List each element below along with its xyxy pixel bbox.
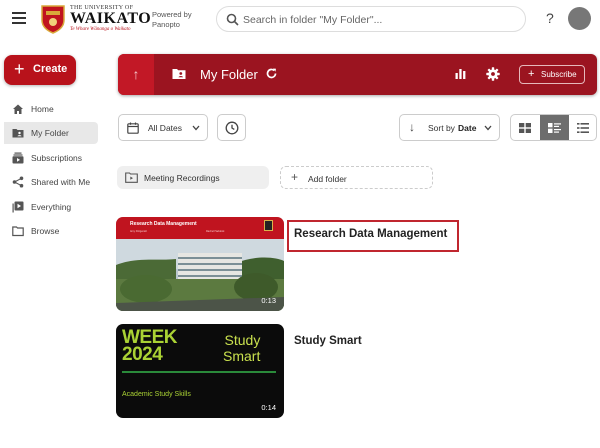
subfolder-meeting-recordings[interactable]: Meeting Recordings [117, 166, 269, 189]
avatar[interactable] [568, 7, 591, 30]
sidebar-item-subscriptions[interactable]: Subscriptions [4, 147, 98, 169]
detail-list-icon [548, 123, 561, 133]
chevron-down-icon [484, 125, 492, 131]
powered-by-label: Powered by [152, 10, 192, 19]
arrow-down-icon: ↓ [409, 120, 415, 134]
thumbnail-presenter-1: Amy Fitzgerald [130, 230, 147, 233]
subscriptions-icon [12, 152, 24, 164]
plus-icon: + [14, 59, 25, 79]
sidebar-item-shared[interactable]: Shared with Me [4, 171, 98, 193]
folder-video-icon [125, 172, 138, 183]
sidebar-item-everything[interactable]: Everything [4, 196, 98, 218]
top-bar: THE UNIVERSITY OF WAIKATO Te Whare Wānan… [0, 0, 600, 38]
subfolder-label: Meeting Recordings [144, 173, 220, 183]
date-filter-label: All Dates [148, 123, 183, 133]
date-filter-dropdown[interactable]: All Dates [118, 114, 208, 141]
powered-by: Powered by Panopto [152, 10, 202, 30]
session-thumbnail[interactable]: Research Data Management Amy Fitzgerald … [116, 217, 284, 311]
parent-folder-button[interactable]: ↑ [118, 54, 154, 95]
thumbnail-presenter-2: Rachel Haddock [206, 230, 225, 233]
subscribe-button[interactable]: + Subscribe [519, 65, 585, 84]
search-icon [226, 13, 239, 26]
chevron-down-icon [192, 125, 200, 131]
sidebar-item-label: Home [31, 104, 54, 114]
folder-user-icon [172, 69, 186, 79]
thumbnail-view-button[interactable] [511, 115, 540, 140]
session-duration: 0:13 [261, 296, 276, 305]
crest-icon [41, 5, 65, 34]
thumbnail-subtitle: Academic Study Skills [122, 391, 191, 398]
grid-icon [519, 123, 531, 133]
home-icon [13, 104, 23, 114]
detail-view-button[interactable] [540, 115, 569, 140]
divider [122, 371, 276, 373]
thumbnail-smart: Smart [223, 348, 261, 364]
calendar-icon [127, 122, 139, 134]
video-library-icon [12, 201, 24, 213]
thumbnail-study: Study [224, 332, 261, 348]
powered-by-name: Panopto [152, 20, 180, 29]
sort-value: Date [458, 123, 477, 133]
sidebar-item-browse[interactable]: Browse [4, 220, 98, 242]
search-input[interactable] [243, 11, 513, 28]
sidebar-item-label: Subscriptions [31, 153, 83, 163]
crest-icon [264, 220, 273, 231]
session-title[interactable]: Study Smart [294, 335, 362, 347]
clock-icon [225, 121, 239, 135]
add-folder-label: Add folder [308, 174, 347, 184]
sort-prefix: Sort by [428, 123, 455, 133]
list-icon [577, 123, 589, 133]
subscribe-label: Subscribe [541, 70, 577, 79]
sidebar-item-home[interactable]: Home [4, 98, 98, 120]
stats-icon[interactable] [455, 68, 466, 79]
sidebar-item-label: My Folder [31, 128, 69, 138]
search-box [216, 6, 526, 32]
create-label: Create [33, 63, 68, 75]
recent-filter-button[interactable] [217, 114, 246, 141]
gear-icon[interactable] [486, 67, 500, 81]
refresh-icon[interactable] [265, 67, 278, 80]
sort-dropdown[interactable]: ↓ Sort by Date [399, 114, 500, 141]
list-view-button[interactable] [569, 115, 596, 140]
plus-icon: + [291, 170, 299, 184]
thumbnail-week-graphic: WEEK 2024 [122, 328, 178, 365]
thumbnail-title-bar: Research Data Management Amy Fitzgerald … [116, 217, 284, 239]
logo-line-2: WAIKATO [70, 10, 152, 27]
share-icon [12, 176, 24, 188]
folder-icon [12, 226, 24, 237]
session-thumbnail[interactable]: WEEK 2024 Study Smart Academic Study Ski… [116, 324, 284, 418]
folder-user-icon [12, 129, 24, 138]
folder-header: ↑ My Folder + Subscribe [118, 54, 597, 95]
sidebar-item-my-folder[interactable]: My Folder [4, 122, 98, 144]
sidebar-item-label: Everything [31, 202, 72, 212]
sidebar-item-label: Shared with Me [31, 177, 91, 187]
session-duration: 0:14 [261, 403, 276, 412]
thumbnail-study-smart: Study Smart [223, 332, 260, 364]
view-toggle [510, 114, 597, 141]
plus-icon: + [528, 68, 535, 80]
selection-highlight [287, 220, 459, 252]
thumbnail-title: Research Data Management [130, 221, 197, 227]
logo-tagline: Te Whare Wānanga o Waikato [70, 27, 131, 32]
create-button[interactable]: + Create [4, 55, 76, 85]
university-logo[interactable]: THE UNIVERSITY OF WAIKATO Te Whare Wānan… [40, 3, 170, 35]
sidebar-item-label: Browse [31, 226, 60, 236]
menu-icon[interactable] [12, 12, 26, 24]
folder-title: My Folder [200, 67, 258, 82]
thumbnail-year: 2024 [122, 344, 163, 365]
add-folder-button[interactable]: + Add folder [280, 166, 433, 189]
help-icon[interactable]: ? [546, 10, 554, 26]
